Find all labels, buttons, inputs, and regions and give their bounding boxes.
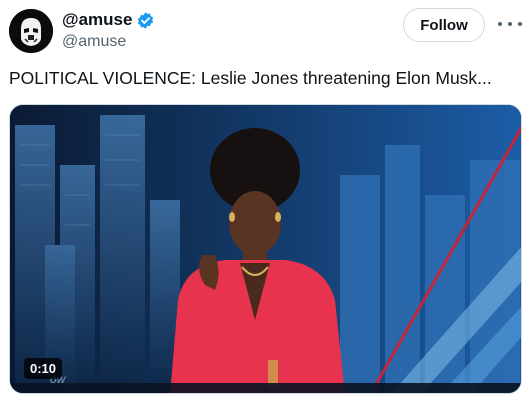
tweet-text: POLITICAL VIOLENCE: Leslie Jones threate… — [9, 68, 492, 88]
follow-button[interactable]: Follow — [403, 8, 485, 42]
display-name[interactable]: @amuse — [62, 10, 155, 30]
user-handle[interactable]: @amuse — [62, 33, 126, 51]
avatar[interactable] — [9, 9, 53, 53]
more-options-icon[interactable] — [498, 14, 522, 34]
verified-badge-icon — [136, 11, 155, 30]
video-duration-badge: 0:10 — [24, 358, 63, 379]
tweet-header: @amuse @amuse Follow — [0, 0, 529, 62]
stormtrooper-avatar-icon — [9, 9, 53, 53]
video-frame: ow — [10, 105, 521, 393]
display-name-text[interactable]: @amuse — [62, 10, 132, 30]
video-player[interactable]: ow — [9, 104, 522, 394]
